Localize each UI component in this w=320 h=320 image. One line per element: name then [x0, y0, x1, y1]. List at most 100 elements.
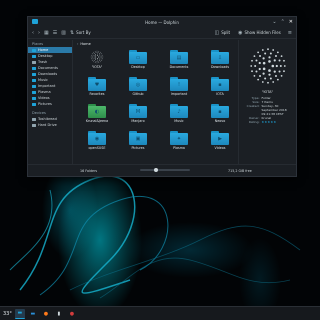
folder-icon: ▪: [211, 104, 229, 118]
folder-icon: [32, 84, 36, 88]
status-bar: 16 Folders 715,2 GiB free: [28, 164, 296, 176]
folder-icon: ✦: [170, 131, 188, 145]
file-item[interactable]: ▪ Neovo: [200, 104, 240, 128]
folder-icon: [32, 66, 36, 70]
folder-icon: ▪: [211, 77, 229, 91]
folder-emblem-icon: ▪: [218, 109, 222, 115]
folder-emblem-icon: ⇩: [217, 55, 223, 61]
eye-icon: ◉: [238, 29, 243, 36]
folder-emblem-icon: ▤: [176, 55, 182, 61]
folder-emblem-icon: !: [177, 82, 180, 88]
file-item[interactable]: ▪ IOTA: [200, 77, 240, 101]
taskbar-desktop-app-icon[interactable]: ▬: [28, 309, 38, 319]
file-item[interactable]: ◎ Github: [118, 77, 158, 101]
compact-view-icon[interactable]: ☰: [53, 29, 57, 37]
file-label: openSUSE: [88, 146, 106, 150]
info-row: Rating: ★★★★★: [238, 120, 298, 124]
folder-emblem-icon: ◉: [94, 136, 100, 142]
file-item[interactable]: ◐ Krunal&Jeena: [77, 104, 117, 128]
sidebar-item-label: Pictures: [38, 102, 52, 106]
info-key: Rating:: [248, 120, 260, 124]
devices-header: Devices: [32, 111, 46, 115]
taskbar-dolphin-icon[interactable]: ▬: [14, 308, 25, 319]
sidebar-item-label: Downloads: [38, 72, 58, 76]
close-icon[interactable]: ✕: [289, 18, 293, 26]
folder-emblem-icon: M: [135, 109, 141, 115]
sidebar-item-label: Home: [38, 48, 49, 52]
file-item[interactable]: M Manjaro: [118, 104, 158, 128]
sidebar-item-label: Trash: [38, 60, 48, 64]
split-icon: ◫: [214, 29, 220, 36]
minimize-icon[interactable]: ⌄: [272, 18, 276, 26]
folder-icon: [32, 60, 36, 64]
file-item[interactable]: ▤ Documents: [159, 50, 199, 74]
file-label: Krunal&Jeena: [85, 119, 109, 123]
iota-logo-preview: [246, 44, 290, 88]
sidebar-item-label: Hard Drive: [38, 123, 57, 127]
toolbar: ‹ › ▦ ☰ ▥ ⇅ Sort By ◫ Split ◉ Show Hidde…: [28, 27, 296, 39]
folder-icon: ▣: [129, 131, 147, 145]
breadcrumb-home[interactable]: Home: [80, 42, 90, 46]
file-item[interactable]: ♥ Favorites: [77, 77, 117, 101]
folder-icon: ▭: [129, 50, 147, 64]
back-icon[interactable]: ‹: [32, 29, 34, 37]
weather-widget[interactable]: 33°: [3, 311, 12, 317]
folder-icon: [32, 102, 36, 106]
zoom-slider[interactable]: [140, 168, 190, 172]
sidebar-item-hard-drive[interactable]: Hard Drive: [28, 122, 72, 128]
hamburger-menu-icon[interactable]: ≡: [288, 29, 292, 37]
file-label: Music: [174, 119, 184, 123]
file-item[interactable]: ✦ Plasma: [159, 131, 199, 155]
file-item[interactable]: ! Important: [159, 77, 199, 101]
sidebar-item-label: Desktop: [38, 54, 53, 58]
file-label: Important: [170, 92, 188, 96]
maximize-icon[interactable]: ⌃: [281, 18, 285, 26]
window-titlebar[interactable]: Home — Dolphin ⌄ ⌃ ✕: [28, 17, 296, 27]
folder-icon: ▤: [170, 50, 188, 64]
folder-icon: ♥: [88, 77, 106, 91]
free-space-indicator: 715,2 GiB free: [228, 168, 252, 173]
folder-icon: [32, 117, 36, 121]
taskbar-terminal-icon[interactable]: ▮: [54, 309, 64, 319]
zoom-slider-handle[interactable]: [154, 168, 158, 172]
folder-icon: ◉: [88, 131, 106, 145]
taskbar-firefox-icon[interactable]: ●: [41, 309, 51, 319]
file-item[interactable]: ▭ Desktop: [118, 50, 158, 74]
taskbar-app-icon[interactable]: ●: [67, 309, 77, 319]
sort-button[interactable]: ⇅ Sort By: [70, 29, 91, 37]
folder-emblem-icon: ♪: [177, 109, 181, 115]
file-item[interactable]: ▣ Pictures: [118, 131, 158, 155]
folder-emblem-icon: ◎: [135, 82, 141, 88]
icons-view-icon[interactable]: ▦: [44, 29, 49, 37]
file-label: Favorites: [89, 92, 105, 96]
sidebar-item-pictures[interactable]: Pictures: [28, 101, 72, 107]
iota-logo-icon: [88, 50, 106, 64]
details-view-icon[interactable]: ▥: [61, 29, 66, 37]
split-button[interactable]: ◫ Split: [215, 29, 231, 37]
file-label: Neovo: [214, 119, 226, 123]
folder-icon: ◎: [129, 77, 147, 91]
file-item[interactable]: "IOTA": [77, 50, 117, 74]
file-item[interactable]: ◉ openSUSE: [77, 131, 117, 155]
folder-icon: [32, 54, 36, 58]
folder-icon: M: [129, 104, 147, 118]
taskbar: 33° ▬ ▬ ● ▮ ●: [0, 306, 320, 320]
folder-icon: ◐: [88, 104, 106, 118]
folder-icon: ⇩: [211, 50, 229, 64]
folder-emblem-icon: ▣: [135, 136, 141, 142]
file-grid: "IOTA" ▭ Desktop ▤ Documents ⇩ Downloads ♥ Favor…: [73, 50, 240, 155]
forward-icon[interactable]: ›: [38, 29, 40, 37]
show-hidden-files-button[interactable]: ◉ Show Hidden Files: [238, 29, 281, 37]
file-manager-window: Home — Dolphin ⌄ ⌃ ✕ ‹ › ▦ ☰ ▥ ⇅ Sort By…: [27, 16, 297, 177]
info-item-name: "IOTA": [261, 90, 274, 94]
folder-icon: [32, 123, 36, 127]
file-label: Videos: [214, 146, 226, 150]
folder-app-icon: [32, 19, 38, 24]
file-item[interactable]: ▶ Videos: [200, 131, 240, 155]
rating-stars[interactable]: ★★★★★: [262, 120, 298, 124]
file-item[interactable]: ♪ Music: [159, 104, 199, 128]
main-view: › Home "IOTA" ▭ Desktop ▤ Documents ⇩ Download…: [73, 40, 296, 164]
sidebar-item-label: Important: [38, 84, 56, 88]
file-item[interactable]: ⇩ Downloads: [200, 50, 240, 74]
sidebar-item-label: Toshibread: [38, 117, 57, 121]
